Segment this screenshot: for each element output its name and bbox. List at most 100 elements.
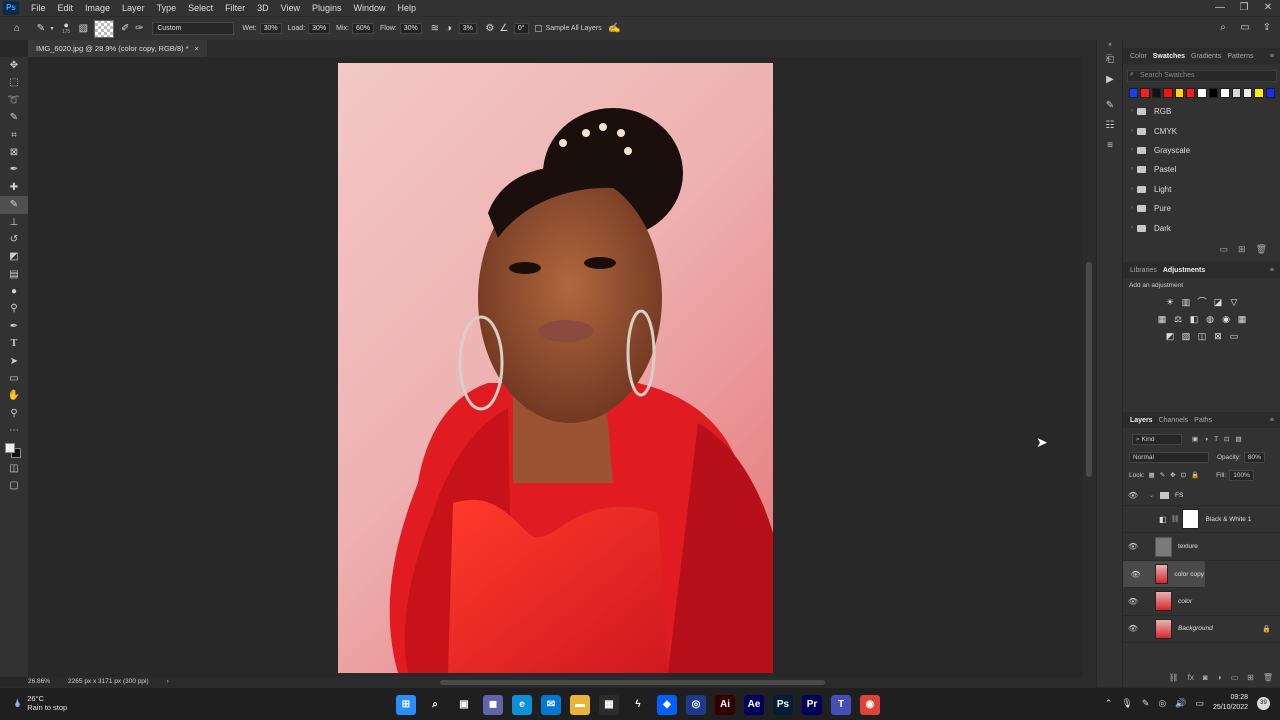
- brush-settings-icon[interactable]: ▧: [76, 22, 90, 36]
- teams-icon[interactable]: ◼: [483, 695, 503, 715]
- threshold-icon[interactable]: ◫: [1196, 328, 1209, 344]
- file-explorer-icon[interactable]: ▬: [570, 695, 590, 715]
- actions-panel-icon[interactable]: ▶: [1097, 70, 1123, 90]
- history-brush-tool-icon[interactable]: ↺: [0, 231, 28, 248]
- airbrush-icon[interactable]: ≋: [428, 22, 442, 36]
- layer-kind-filter[interactable]: ⌕ Kind: [1132, 433, 1182, 445]
- layer-thumbnail[interactable]: [1155, 618, 1172, 639]
- microphone-icon[interactable]: 🎙: [1121, 698, 1132, 709]
- photoshop-icon[interactable]: Ps: [773, 695, 793, 715]
- gradient-map-icon[interactable]: ▭: [1228, 328, 1241, 344]
- app-blue-icon[interactable]: ◎: [686, 695, 706, 715]
- dropbox-icon[interactable]: ◆: [657, 695, 677, 715]
- blend-preset-select[interactable]: Custom: [152, 22, 235, 35]
- opacity-input[interactable]: 80%: [1243, 451, 1265, 463]
- menu-window[interactable]: Window: [348, 0, 392, 16]
- wet-input[interactable]: 30%: [259, 23, 282, 34]
- type-tool-icon[interactable]: T: [0, 335, 28, 352]
- edge-icon[interactable]: e: [512, 695, 532, 715]
- swatch-color[interactable]: [1254, 88, 1264, 98]
- fill-input[interactable]: 100%: [1229, 469, 1254, 481]
- layer-row-black-white[interactable]: ◧ ⛓ Black & White 1: [1123, 506, 1280, 534]
- new-swatch-icon[interactable]: ⊞: [1238, 244, 1246, 255]
- vertical-scrollbar[interactable]: [1083, 57, 1096, 677]
- tab-gradients[interactable]: Gradients: [1188, 53, 1224, 60]
- teams-2-icon[interactable]: T: [831, 695, 851, 715]
- document-tab[interactable]: IMG_6020.jpg @ 28.9% (color copy, RGB/8)…: [28, 40, 207, 57]
- fx-icon[interactable]: fx: [1188, 673, 1194, 687]
- chevron-down-icon[interactable]: ▾: [48, 22, 56, 36]
- swatch-group-cmyk[interactable]: › CMYK: [1123, 121, 1280, 140]
- search-swatches-input[interactable]: Search Swatches: [1127, 70, 1277, 82]
- sample-all-layers-checkbox[interactable]: [534, 25, 542, 32]
- new-group-icon[interactable]: ▭: [1231, 673, 1239, 687]
- clone-stamp-tool-icon[interactable]: ⊥: [0, 214, 28, 231]
- screen-mode-icon[interactable]: ▢: [0, 477, 28, 494]
- layer-row-color[interactable]: 👁 color: [1123, 588, 1280, 616]
- rectangle-tool-icon[interactable]: ▭: [0, 370, 28, 387]
- link-icon[interactable]: ⛓: [1171, 515, 1180, 523]
- collapse-panels-icon[interactable]: «: [1097, 40, 1123, 50]
- flow-input[interactable]: 30%: [399, 23, 422, 34]
- move-tool-icon[interactable]: ✥: [0, 57, 28, 74]
- load-input[interactable]: 30%: [308, 23, 331, 34]
- load-brush-icon[interactable]: ✐: [118, 22, 132, 36]
- gradient-tool-icon[interactable]: ▤: [0, 266, 28, 283]
- after-effects-icon[interactable]: Ae: [744, 695, 764, 715]
- tab-patterns[interactable]: Patterns: [1224, 53, 1256, 60]
- healing-brush-tool-icon[interactable]: ✚: [0, 179, 28, 196]
- sample-all-layers-option[interactable]: Sample All Layers: [534, 25, 602, 32]
- exposure-icon[interactable]: ◪: [1212, 294, 1225, 310]
- menu-plugins[interactable]: Plugins: [306, 0, 348, 16]
- swatch-group-light[interactable]: › Light: [1123, 180, 1280, 199]
- photo-filter-icon[interactable]: ◍: [1204, 311, 1217, 327]
- store-icon[interactable]: ▦: [599, 695, 619, 715]
- tab-layers[interactable]: Layers: [1127, 417, 1156, 424]
- swatch-color[interactable]: [1231, 88, 1241, 98]
- swatch-color[interactable]: [1129, 88, 1139, 98]
- notification-badge[interactable]: 39: [1257, 696, 1270, 710]
- panel-menu-icon[interactable]: ≡: [1267, 417, 1277, 424]
- zoom-level[interactable]: 26.86%: [28, 677, 50, 687]
- vibrance-icon[interactable]: ▽: [1228, 294, 1241, 310]
- eye-icon[interactable]: 👁: [1128, 569, 1143, 580]
- chrome-icon[interactable]: ◉: [860, 695, 880, 715]
- gear-icon[interactable]: ⚙: [483, 22, 497, 36]
- zoom-tool-icon[interactable]: ⚲: [0, 405, 28, 422]
- swatch-color[interactable]: [1140, 88, 1150, 98]
- color-picker[interactable]: [0, 440, 28, 460]
- document-info[interactable]: 2265 px x 3171 px (300 ppi): [68, 677, 149, 687]
- black-white-icon[interactable]: ◧: [1188, 311, 1201, 327]
- swatch-group-rgb[interactable]: › RGB: [1123, 102, 1280, 121]
- mix-input[interactable]: 60%: [352, 23, 375, 34]
- menu-select[interactable]: Select: [182, 0, 219, 16]
- eye-icon[interactable]: 👁: [1123, 491, 1143, 500]
- curves-icon[interactable]: ⌒: [1196, 294, 1209, 310]
- start-icon[interactable]: ⊞: [396, 695, 416, 715]
- layer-mask-thumbnail[interactable]: [1182, 509, 1200, 530]
- pressure-icon[interactable]: ✍: [608, 22, 622, 36]
- panel-menu-icon[interactable]: ≡: [1267, 267, 1277, 274]
- winamp-icon[interactable]: ϟ: [628, 695, 648, 715]
- eye-icon[interactable]: 👁: [1123, 597, 1143, 606]
- swatch-group-pure[interactable]: › Pure: [1123, 199, 1280, 218]
- levels-icon[interactable]: ▥: [1180, 294, 1193, 310]
- layer-thumbnail[interactable]: [1155, 591, 1172, 612]
- menu-layer[interactable]: Layer: [116, 0, 151, 16]
- close-tab-icon[interactable]: ×: [195, 40, 199, 57]
- home-icon[interactable]: ⌂: [10, 22, 24, 36]
- invert-icon[interactable]: ◩: [1164, 328, 1177, 344]
- illustrator-icon[interactable]: Ai: [715, 695, 735, 715]
- trash-icon[interactable]: 🗑: [1263, 673, 1273, 687]
- swatch-group-dark[interactable]: › Dark: [1123, 218, 1280, 237]
- channel-mixer-icon[interactable]: ◉: [1220, 311, 1233, 327]
- menu-3d[interactable]: 3D: [251, 0, 275, 16]
- pen-tool-icon[interactable]: ✒: [0, 318, 28, 335]
- link-layers-icon[interactable]: ⛓: [1169, 673, 1179, 687]
- layer-row-texture[interactable]: 👁 texture: [1123, 533, 1280, 561]
- network-icon[interactable]: ◎: [1158, 698, 1166, 709]
- crop-tool-icon[interactable]: ⌗: [0, 127, 28, 144]
- foreground-color[interactable]: [5, 442, 15, 453]
- tab-libraries[interactable]: Libraries: [1127, 267, 1160, 274]
- horizontal-scroll-thumb[interactable]: [440, 680, 825, 685]
